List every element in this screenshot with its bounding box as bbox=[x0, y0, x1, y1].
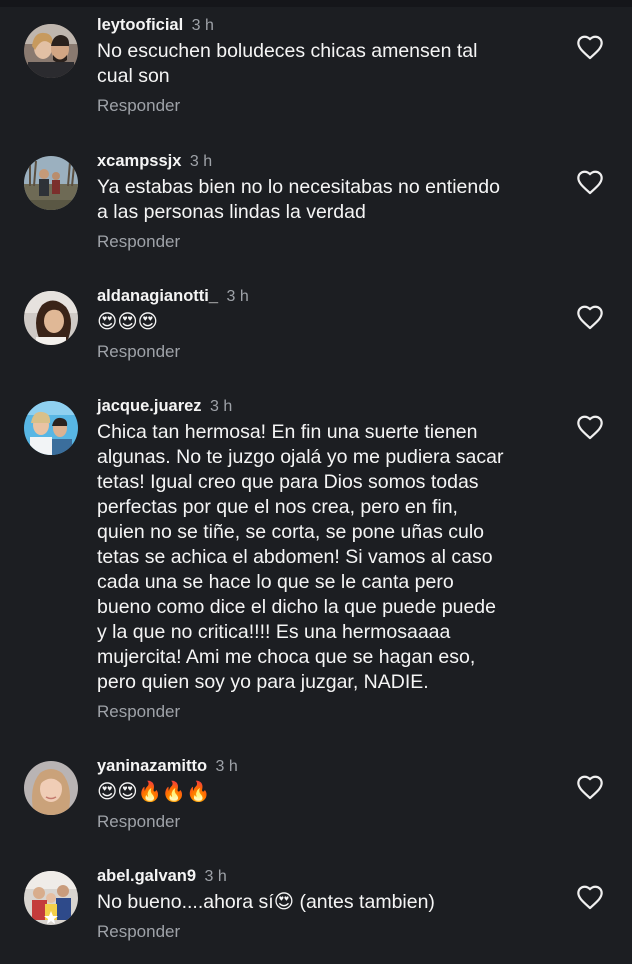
comment-body: abel.galvan9 3 h No bueno....ahora sí😍 (… bbox=[97, 865, 557, 943]
comment-meta: yaninazamitto 3 h bbox=[97, 755, 557, 777]
reply-button[interactable]: Responder bbox=[97, 811, 557, 833]
heart-outline-icon[interactable] bbox=[576, 169, 604, 195]
comment-meta: leytooficial 3 h bbox=[97, 14, 557, 36]
reply-button[interactable]: Responder bbox=[97, 921, 557, 943]
comment-meta: jacque.juarez 3 h bbox=[97, 395, 557, 417]
comment-item: leytooficial 3 h No escuchen boludeces c… bbox=[0, 14, 632, 124]
username[interactable]: aldanagianotti_ bbox=[97, 287, 218, 305]
avatar[interactable] bbox=[24, 156, 78, 210]
timestamp: 3 h bbox=[215, 758, 238, 775]
timestamp: 3 h bbox=[191, 17, 214, 34]
username[interactable]: yaninazamitto bbox=[97, 757, 207, 775]
comment-body: xcampssjx 3 h Ya estabas bien no lo nece… bbox=[97, 150, 557, 253]
comment-text: Chica tan hermosa! En fin una suerte tie… bbox=[97, 421, 504, 693]
reply-button[interactable]: Responder bbox=[97, 231, 557, 253]
top-edge bbox=[0, 0, 632, 7]
comment-meta: abel.galvan9 3 h bbox=[97, 865, 557, 887]
timestamp: 3 h bbox=[226, 288, 249, 305]
comment-meta: xcampssjx 3 h bbox=[97, 150, 557, 172]
reply-button[interactable]: Responder bbox=[97, 95, 557, 117]
username[interactable]: xcampssjx bbox=[97, 152, 181, 170]
username[interactable]: leytooficial bbox=[97, 16, 183, 34]
timestamp: 3 h bbox=[210, 398, 233, 415]
comment-item: yaninazamitto 3 h 😍😍🔥🔥🔥 Responder bbox=[0, 755, 632, 840]
username[interactable]: jacque.juarez bbox=[97, 397, 202, 415]
reply-button[interactable]: Responder bbox=[97, 341, 557, 363]
avatar[interactable] bbox=[24, 871, 78, 925]
comment-body: yaninazamitto 3 h 😍😍🔥🔥🔥 Responder bbox=[97, 755, 557, 833]
comment-item: aldanagianotti_ 3 h 😍😍😍 Responder bbox=[0, 285, 632, 370]
comment-meta: aldanagianotti_ 3 h bbox=[97, 285, 557, 307]
heart-outline-icon[interactable] bbox=[576, 884, 604, 910]
timestamp: 3 h bbox=[189, 153, 213, 170]
avatar[interactable] bbox=[24, 24, 78, 78]
avatar[interactable] bbox=[24, 291, 78, 345]
comment-text: No escuchen boludeces chicas amensen tal… bbox=[97, 40, 478, 87]
comment-item: jacque.juarez 3 h Chica tan hermosa! En … bbox=[0, 395, 632, 730]
username[interactable]: abel.galvan9 bbox=[97, 867, 196, 885]
comment-text: Ya estabas bien no lo necesitabas no ent… bbox=[97, 176, 500, 223]
comment-body: leytooficial 3 h No escuchen boludeces c… bbox=[97, 14, 557, 117]
heart-outline-icon[interactable] bbox=[576, 34, 604, 60]
timestamp: 3 h bbox=[204, 868, 227, 885]
reply-button[interactable]: Responder bbox=[97, 701, 557, 723]
comment-text: 😍😍🔥🔥🔥 bbox=[97, 781, 211, 803]
comment-item: xcampssjx 3 h Ya estabas bien no lo nece… bbox=[0, 150, 632, 260]
avatar[interactable] bbox=[24, 401, 78, 455]
heart-outline-icon[interactable] bbox=[576, 414, 604, 440]
comment-body: aldanagianotti_ 3 h 😍😍😍 Responder bbox=[97, 285, 557, 363]
heart-outline-icon[interactable] bbox=[576, 774, 604, 800]
avatar[interactable] bbox=[24, 761, 78, 815]
comment-item: abel.galvan9 3 h No bueno....ahora sí😍 (… bbox=[0, 865, 632, 955]
comment-text: 😍😍😍 bbox=[97, 311, 158, 333]
comment-text: No bueno....ahora sí😍 (antes tambien) bbox=[97, 891, 435, 913]
heart-outline-icon[interactable] bbox=[576, 304, 604, 330]
comment-body: jacque.juarez 3 h Chica tan hermosa! En … bbox=[97, 395, 557, 723]
